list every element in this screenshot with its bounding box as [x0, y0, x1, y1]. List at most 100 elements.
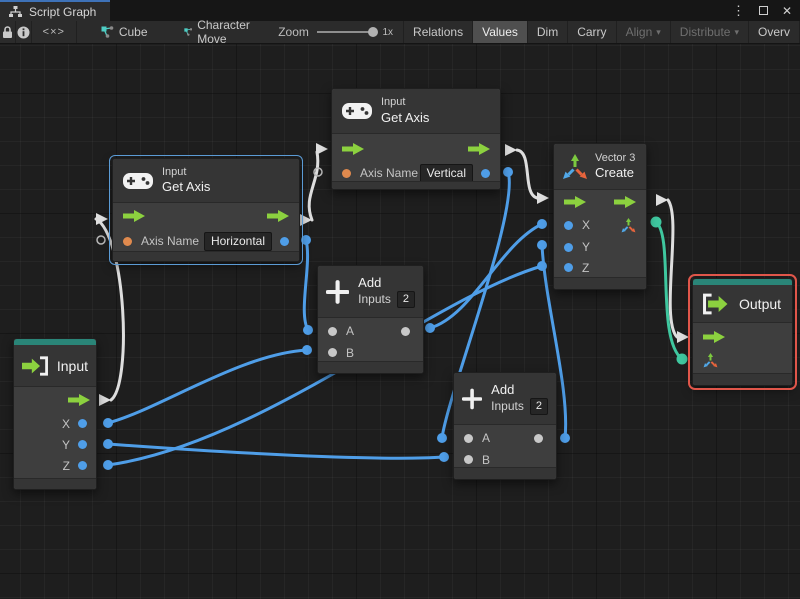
dim-button[interactable]: Dim [528, 21, 569, 43]
input-b-port[interactable] [464, 455, 473, 464]
input-b-label: B [482, 452, 491, 467]
y-label: Y [582, 240, 591, 254]
gamepad-icon [123, 172, 153, 189]
gamepad-icon [342, 103, 372, 119]
flow-arrowhead [537, 192, 549, 204]
toolbar-toggle-group: Relations Values Dim Carry Align ▾ Distr… [403, 21, 800, 43]
close-icon[interactable]: ✕ [782, 4, 792, 18]
result-out-port[interactable] [481, 168, 490, 178]
flow-out-port[interactable] [68, 394, 90, 406]
code-preview-button[interactable]: <×> [32, 21, 77, 43]
wire-flow-get-axis-vertical-to-vector3-create[interactable] [515, 148, 539, 200]
axis-name-value-field[interactable]: Vertical [419, 163, 473, 183]
wire-value-add1-to-vector3-x[interactable] [428, 222, 544, 330]
chevron-down-icon: ▾ [656, 26, 661, 37]
breadcrumb-character-move[interactable]: Character Move [174, 18, 265, 46]
input-b-port[interactable] [328, 348, 337, 357]
node-footer [14, 478, 96, 489]
node-output-event[interactable]: Output [688, 274, 797, 390]
tab-bar: Script Graph ⋮ ✕ [0, 0, 800, 21]
values-button[interactable]: Values [473, 21, 528, 43]
flow-in-port[interactable] [564, 196, 586, 208]
wire-flow-get-axis-horizontal-to-get-axis-vertical[interactable] [307, 150, 320, 222]
node-get-axis-horizontal[interactable]: Input Get Axis Axis Name Horizontal [109, 155, 303, 265]
info-button[interactable] [16, 21, 32, 43]
node-get-axis-vertical[interactable]: Input Get Axis Axis Name Vertical [331, 88, 501, 190]
axis-name-label: Axis Name [141, 234, 200, 248]
sum-out-port[interactable] [401, 326, 410, 336]
flow-in-port[interactable] [342, 142, 364, 155]
x-out-port[interactable] [78, 419, 87, 428]
flow-arrowhead [316, 143, 328, 155]
align-dropdown[interactable]: Align ▾ [617, 21, 671, 43]
node-add-1[interactable]: Add Inputs 2 A B [317, 265, 424, 374]
node-title: Input [56, 357, 88, 374]
sum-out-port[interactable] [534, 433, 543, 443]
y-in-port[interactable] [564, 242, 573, 252]
zoom-slider-fill [316, 31, 370, 33]
window-controls: ⋮ ✕ [732, 0, 800, 21]
node-title: Get Axis [381, 109, 430, 125]
result-out-port[interactable] [280, 236, 289, 246]
input-a-port[interactable] [464, 433, 473, 443]
add-icon [462, 388, 483, 409]
relations-button[interactable]: Relations [404, 21, 474, 43]
script-graph-icon [9, 5, 22, 17]
x-in-port[interactable] [564, 220, 573, 230]
wire-value-input-x-to-add1-b[interactable] [106, 348, 309, 425]
code-preview-icon: <×> [42, 26, 65, 38]
z-out-port[interactable] [78, 461, 87, 470]
node-vector3-create[interactable]: Vector 3 Create X Y Z [553, 143, 647, 290]
axis-name-in-port[interactable] [123, 236, 132, 246]
z-in-port[interactable] [564, 263, 573, 272]
graph-canvas[interactable]: Input Get Axis Axis Name Vertical Input … [0, 44, 800, 599]
inputs-count-field[interactable]: 2 [396, 291, 415, 309]
node-footer [318, 361, 423, 373]
vector3-in-port[interactable] [703, 352, 718, 368]
flow-out-port[interactable] [614, 196, 636, 208]
node-title: Create [595, 165, 635, 181]
lock-icon [2, 25, 12, 38]
node-footer [332, 181, 500, 189]
wire-value-input-y-to-add2-b[interactable] [106, 442, 446, 460]
input-b-label: B [346, 345, 355, 360]
z-label: Z [62, 458, 70, 473]
node-category: Vector 3 [595, 151, 636, 164]
flow-in-port[interactable] [123, 210, 145, 222]
inputs-count-field[interactable]: 2 [529, 398, 548, 416]
flow-in-port[interactable] [703, 331, 725, 343]
x-label: X [582, 218, 591, 232]
breadcrumb-character-move-label: Character Move [197, 18, 250, 46]
output-event-icon [703, 293, 728, 314]
node-add-2[interactable]: Add Inputs 2 A B [453, 372, 557, 480]
lock-button[interactable] [0, 21, 16, 43]
node-title: Get Axis [162, 179, 211, 195]
vector3-icon [563, 153, 587, 179]
chevron-down-icon: ▾ [734, 26, 739, 37]
maximize-icon[interactable] [758, 6, 768, 15]
node-input-event[interactable]: Input X Y Z [13, 338, 97, 490]
input-a-port[interactable] [328, 326, 337, 336]
input-event-icon [22, 355, 48, 376]
node-title: Add [358, 274, 382, 290]
axis-name-value-field[interactable]: Horizontal [203, 231, 272, 251]
y-out-port[interactable] [78, 440, 87, 449]
node-footer [113, 251, 299, 261]
axis-name-in-port[interactable] [342, 168, 351, 178]
zoom-slider-handle[interactable] [368, 27, 379, 37]
tab-script-graph[interactable]: Script Graph [0, 0, 111, 21]
wire-value-get-axis-horizontal-to-add1-a[interactable] [302, 238, 310, 332]
breadcrumb-cube[interactable]: Cube [91, 21, 158, 43]
wire-flow-vector3-create-to-output[interactable] [666, 198, 679, 339]
zoom-slider[interactable] [316, 21, 379, 43]
flow-out-port[interactable] [267, 210, 289, 222]
vector3-out-port[interactable] [621, 217, 636, 233]
menu-kebab-icon[interactable]: ⋮ [732, 3, 745, 19]
distribute-dropdown[interactable]: Distribute ▾ [671, 21, 749, 43]
overview-button[interactable]: Overv [749, 21, 800, 43]
inputs-label: Inputs [358, 292, 391, 307]
carry-button[interactable]: Carry [568, 21, 617, 43]
carry-label: Carry [577, 25, 607, 39]
flow-out-port[interactable] [468, 142, 490, 155]
flow-arrowhead [656, 194, 668, 206]
